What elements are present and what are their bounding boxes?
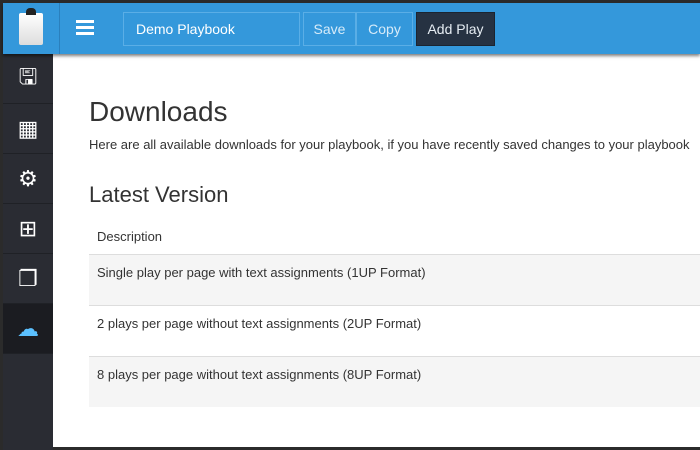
top-bar: Demo Playbook Save Copy Add Play	[3, 3, 700, 54]
plus-square-icon: ⊞	[18, 215, 38, 241]
row-description: 2 plays per page without text assignment…	[89, 304, 700, 356]
copy-button[interactable]: Copy	[356, 12, 413, 46]
save-button[interactable]: Save	[303, 12, 356, 46]
intro-text: Here are all available downloads for you…	[89, 137, 690, 152]
sidebar-item-save[interactable]: 🖫	[3, 54, 53, 104]
sidebar: 🖫 ▦ ⚙ ⊞ ❐ ☁	[3, 54, 53, 450]
main-content: Downloads Here are all available downloa…	[53, 54, 700, 447]
row-description: Single play per page with text assignmen…	[89, 253, 700, 305]
table-row[interactable]: 2 plays per page without text assignment…	[89, 304, 700, 356]
page-title: Downloads	[89, 96, 228, 127]
column-header-description: Description	[89, 220, 700, 255]
table-row[interactable]: Single play per page with text assignmen…	[89, 253, 700, 305]
playbook-name-input[interactable]: Demo Playbook	[123, 12, 300, 46]
clipboard-logo-icon[interactable]	[3, 3, 60, 54]
cloud-download-icon: ☁	[17, 315, 39, 341]
table-row[interactable]: 8 plays per page without text assignment…	[89, 355, 700, 407]
sidebar-item-print[interactable]: ❐	[3, 254, 53, 304]
save-icon: 🖫	[18, 63, 38, 89]
gear-icon: ⚙	[18, 165, 38, 191]
row-description: 8 plays per page without text assignment…	[89, 355, 700, 407]
grid-icon: ▦	[17, 115, 39, 141]
copy-file-icon: ❐	[18, 265, 38, 291]
sidebar-item-downloads[interactable]: ☁	[3, 304, 53, 354]
section-title: Latest Version	[89, 182, 229, 207]
sidebar-item-settings[interactable]: ⚙	[3, 154, 53, 204]
downloads-table: Description Single play per page with te…	[89, 220, 700, 407]
add-play-button[interactable]: Add Play	[416, 12, 495, 46]
sidebar-item-plays[interactable]: ▦	[3, 104, 53, 154]
sidebar-item-add[interactable]: ⊞	[3, 204, 53, 254]
hamburger-menu-icon[interactable]	[76, 20, 94, 35]
